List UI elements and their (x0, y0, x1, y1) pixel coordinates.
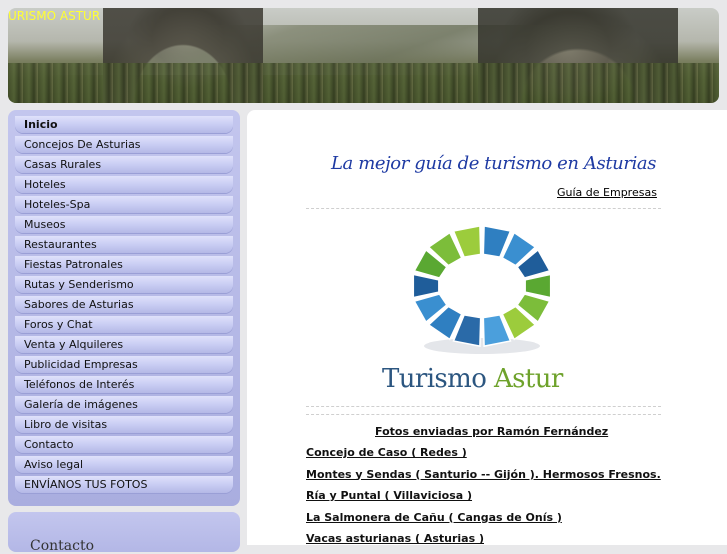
sidebar-item[interactable]: Galería de imágenes (15, 396, 233, 413)
photo-link[interactable]: Vacas asturianas ( Asturias ) (306, 532, 661, 554)
sidebar-item[interactable]: Libro de visitas (15, 416, 233, 433)
sidebar-item[interactable]: Museos (15, 216, 233, 233)
logo-text: Turismo Astur (382, 362, 602, 396)
header-banner: URISMO ASTUR (8, 8, 719, 103)
sidebar-item[interactable]: Teléfonos de Interés (15, 376, 233, 393)
site-title: URISMO ASTUR (8, 9, 101, 23)
logo-ring-shadow (424, 338, 540, 354)
sidebar-item[interactable]: Foros y Chat (15, 316, 233, 333)
guia-empresas-link[interactable]: Guía de Empresas (557, 186, 657, 199)
photo-link[interactable]: Ría y Puntal ( Villaviciosa ) (306, 489, 661, 511)
sidebar-item[interactable]: Concejos De Asturias (15, 136, 233, 153)
divider (306, 406, 661, 407)
divider (306, 414, 661, 415)
sidebar-item[interactable]: Fiestas Patronales (15, 256, 233, 273)
fotos-heading-link[interactable]: Fotos enviadas por Ramón Fernández (375, 425, 608, 438)
turismo-astur-logo-ring (412, 224, 552, 354)
sidebar-menu: Inicio Concejos De Asturias Casas Rurales H… (15, 116, 233, 496)
divider (306, 208, 661, 209)
sidebar-item[interactable]: Aviso legal (15, 456, 233, 473)
sidebar-item[interactable]: Contacto (15, 436, 233, 453)
banner-trees (8, 63, 719, 103)
photo-link[interactable]: Concejo de Caso ( Redes ) (306, 446, 661, 468)
sidebar-contact-title: Contacto (30, 538, 95, 554)
sidebar-contact-panel: Contacto (8, 512, 240, 554)
sidebar-item[interactable]: Sabores de Asturias (15, 296, 233, 313)
photo-links-list: Concejo de Caso ( Redes ) Montes y Sendas… (306, 446, 661, 554)
tagline: La mejor guía de turismo en Asturias (331, 153, 657, 174)
sidebar-menu-panel: Inicio Concejos De Asturias Casas Rurales H… (8, 110, 240, 506)
logo-word-2: Astur (493, 364, 563, 394)
photo-link[interactable]: La Salmonera de Cañu ( Cangas de Onís ) (306, 511, 661, 533)
sidebar-item[interactable]: ENVÍANOS TUS FOTOS (15, 476, 233, 493)
sidebar-item[interactable]: Hoteles (15, 176, 233, 193)
sidebar-item[interactable]: Restaurantes (15, 236, 233, 253)
sidebar-item[interactable]: Inicio (15, 116, 233, 133)
sidebar-item[interactable]: Hoteles-Spa (15, 196, 233, 213)
sidebar-item[interactable]: Casas Rurales (15, 156, 233, 173)
sidebar-item[interactable]: Venta y Alquileres (15, 336, 233, 353)
logo-word-1: Turismo (382, 364, 487, 394)
logo-ring-segment (412, 273, 440, 299)
photo-link[interactable]: Montes y Sendas ( Santurio -- Gijón ). H… (306, 468, 661, 490)
sidebar-item[interactable]: Rutas y Senderismo (15, 276, 233, 293)
logo-ring-segment (524, 273, 552, 299)
sidebar-item[interactable]: Publicidad Empresas (15, 356, 233, 373)
